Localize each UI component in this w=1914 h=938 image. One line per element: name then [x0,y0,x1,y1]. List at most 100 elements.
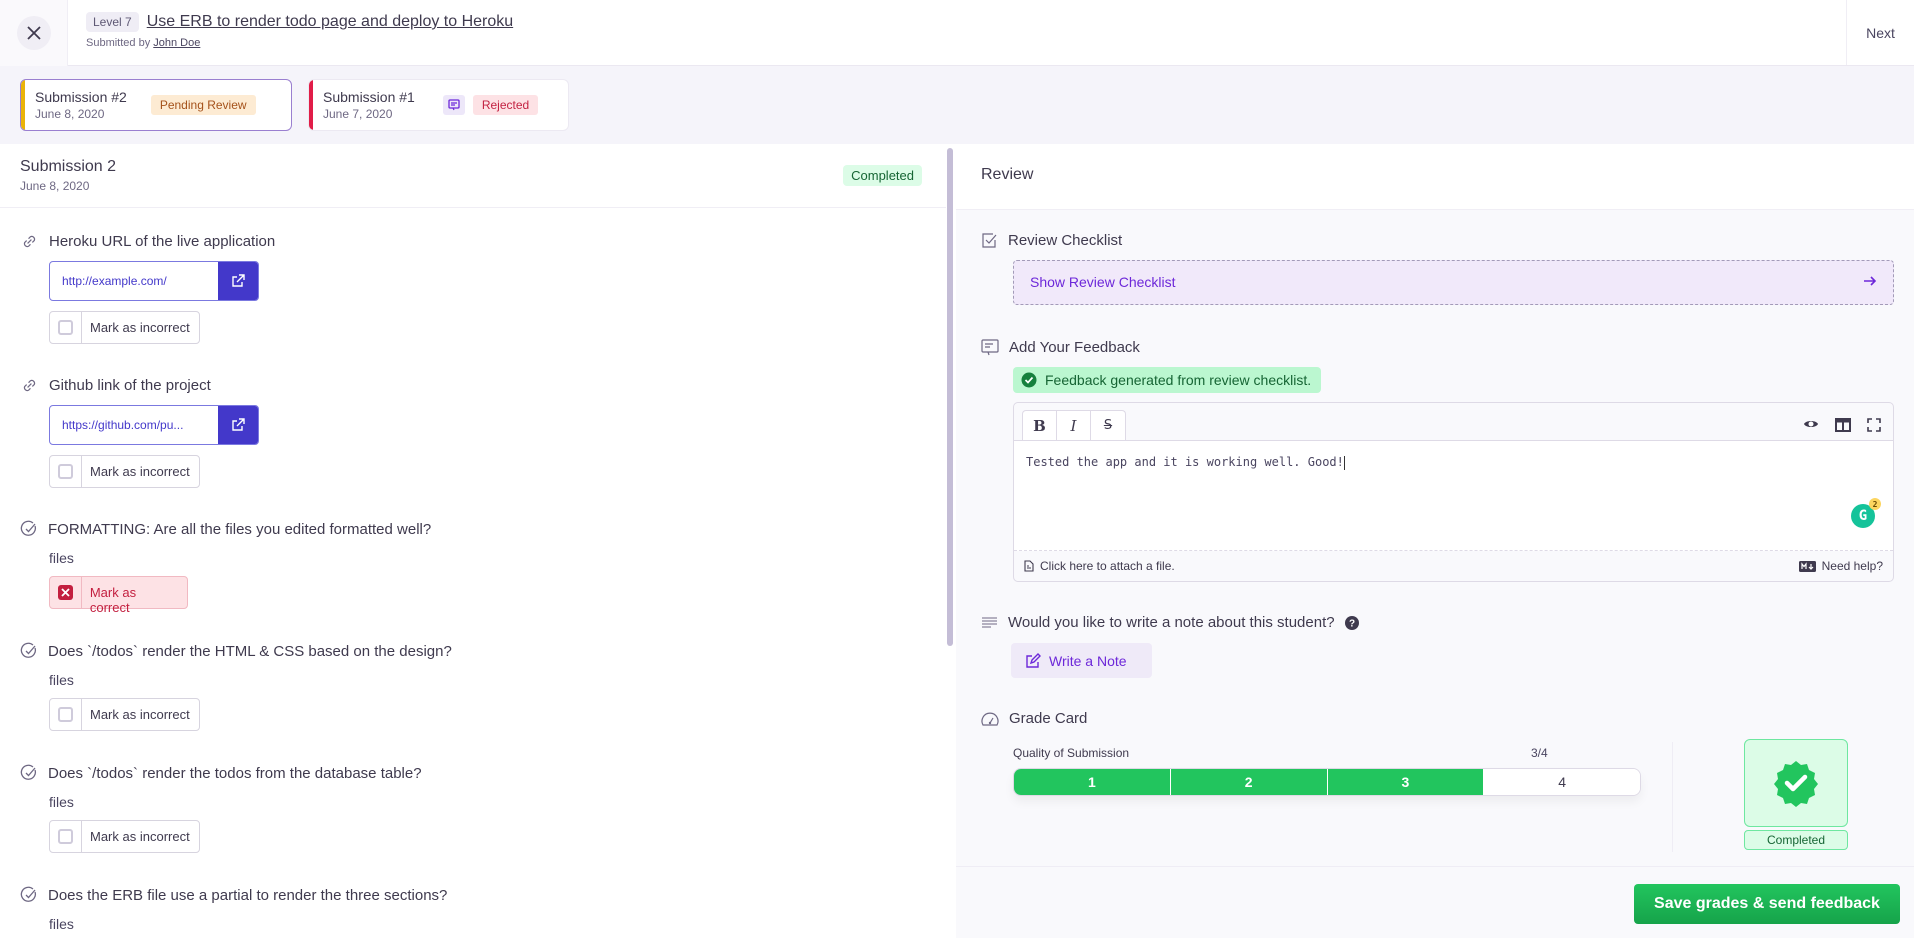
mark-correct-toggle[interactable]: Mark as correct [49,576,188,615]
link-icon [23,379,36,392]
close-button[interactable] [16,16,51,50]
grammarly-icon[interactable]: G2 [1851,498,1881,528]
grade-card-section: Grade Card [981,710,1087,727]
markdown-help-link[interactable]: Need help? [1798,559,1883,573]
write-note-button[interactable]: Write a Note [1011,643,1152,678]
checklist-item: Github link of the project https://githu… [20,376,259,488]
checklist-item: Does `/todos` render the HTML & CSS base… [20,642,452,731]
show-review-checklist-button[interactable]: Show Review Checklist [1013,260,1894,305]
arrow-right-icon [1864,276,1877,286]
review-title: Review [956,144,1914,210]
comment-icon [981,339,999,356]
checkbox-icon [982,233,997,248]
submission-date: June 8, 2020 [35,107,105,121]
submission-date: June 8, 2020 [20,179,90,193]
file-icon [1024,560,1034,572]
notice-text: Feedback generated from review checklist… [1045,372,1312,388]
section-heading: Would you like to write a note about thi… [1008,614,1335,631]
fullscreen-button[interactable] [1867,418,1881,432]
checkbox[interactable] [50,821,82,852]
edit-icon [1026,652,1041,668]
badge-check-icon [1774,761,1818,807]
url-value[interactable]: http://example.com/ [50,262,218,300]
external-link-icon [232,274,245,287]
submission-tab-2[interactable]: Submission #2 June 8, 2020 Pending Revie… [20,79,292,131]
status-stripe [21,80,25,130]
submission-panel: Submission 2 June 8, 2020 Completed Hero… [0,144,946,938]
preview-button[interactable] [1803,418,1819,432]
submission-tab-1[interactable]: Submission #1 June 7, 2020 Rejected [308,79,569,131]
markdown-icon [1798,560,1816,572]
submission-name: Submission #1 [323,89,415,105]
checkbox-checked[interactable] [50,577,82,608]
open-link-button[interactable] [218,406,258,444]
split-view-button[interactable] [1835,418,1851,432]
checkbox[interactable] [50,312,82,343]
item-answer: files [49,794,74,810]
feedback-textarea[interactable]: Tested the app and it is working well. G… [1014,441,1893,551]
footer-divider [956,866,1914,867]
item-question: Github link of the project [49,377,211,394]
check-circle-icon [20,764,37,780]
grade-option-3[interactable]: 3 [1327,769,1485,795]
feedback-editor: B I S Tested the app and it is working w… [1013,402,1894,582]
grade-option-2[interactable]: 2 [1170,769,1328,795]
submission-name: Submission #2 [35,89,127,105]
submitter-link[interactable]: John Doe [153,37,200,49]
close-area [0,0,68,66]
item-answer: files [49,672,74,688]
check-circle-icon [1021,372,1037,388]
url-field: https://github.com/pu... [49,405,259,445]
feedback-generated-notice: Feedback generated from review checklist… [1013,367,1322,393]
checkbox[interactable] [50,456,82,487]
check-circle-icon [20,642,37,658]
fullscreen-icon [1867,418,1881,432]
help-icon[interactable]: ? [1344,615,1359,630]
grade-option-1[interactable]: 1 [1014,769,1171,795]
external-link-icon [232,418,245,431]
mark-incorrect-toggle[interactable]: Mark as incorrect [49,455,200,488]
top-bar: Level 7 Use ERB to render todo page and … [0,0,1914,66]
completed-stamp [1744,739,1848,827]
mark-incorrect-toggle[interactable]: Mark as incorrect [49,698,200,731]
check-circle-icon [20,520,37,536]
divider [1672,742,1673,852]
submission-title: Submission 2 [20,158,117,175]
target-title-link[interactable]: Use ERB to render todo page and deploy t… [147,13,513,31]
checklist-item: FORMATTING: Are all the files you edited… [20,520,431,615]
grade-option-4[interactable]: 4 [1484,769,1640,795]
section-heading: Grade Card [1009,710,1088,727]
text-lines-icon [982,616,997,628]
x-icon [61,588,70,597]
status-stripe [309,80,313,130]
bold-button[interactable]: B [1023,411,1057,440]
mark-incorrect-toggle[interactable]: Mark as incorrect [49,311,200,344]
url-field: http://example.com/ [49,261,259,301]
checkbox[interactable] [50,699,82,730]
level-badge: Level 7 [86,12,139,32]
open-link-button[interactable] [218,262,258,300]
next-button[interactable]: Next [1846,0,1914,65]
editor-footer: Click here to attach a file. Need help? [1014,551,1893,581]
eye-icon [1804,421,1818,427]
mark-incorrect-toggle[interactable]: Mark as incorrect [49,820,200,853]
item-answer: files [49,916,74,932]
scrollbar[interactable] [947,148,953,646]
italic-button[interactable]: I [1057,411,1091,440]
editor-toolbar: B I S [1014,403,1893,441]
strikethrough-button[interactable]: S [1091,411,1125,440]
grade-criterion: Quality of Submission [1013,746,1130,760]
note-section: Would you like to write a note about thi… [981,614,1359,631]
comment-icon [442,95,465,115]
completed-badge: Completed [843,165,922,186]
checklist-item: Heroku URL of the live application http:… [20,232,275,344]
mark-label: Mark as incorrect [90,320,190,335]
svg-text:?: ? [1349,618,1355,629]
title-area: Level 7 Use ERB to render todo page and … [68,0,1846,65]
url-value[interactable]: https://github.com/pu... [50,406,218,444]
attach-file-link[interactable]: Click here to attach a file. [1024,559,1175,573]
save-grades-button[interactable]: Save grades & send feedback [1634,884,1900,924]
submission-header: Submission 2 June 8, 2020 Completed [0,144,946,208]
columns-icon [1835,418,1851,432]
status-badge: Pending Review [150,95,256,115]
